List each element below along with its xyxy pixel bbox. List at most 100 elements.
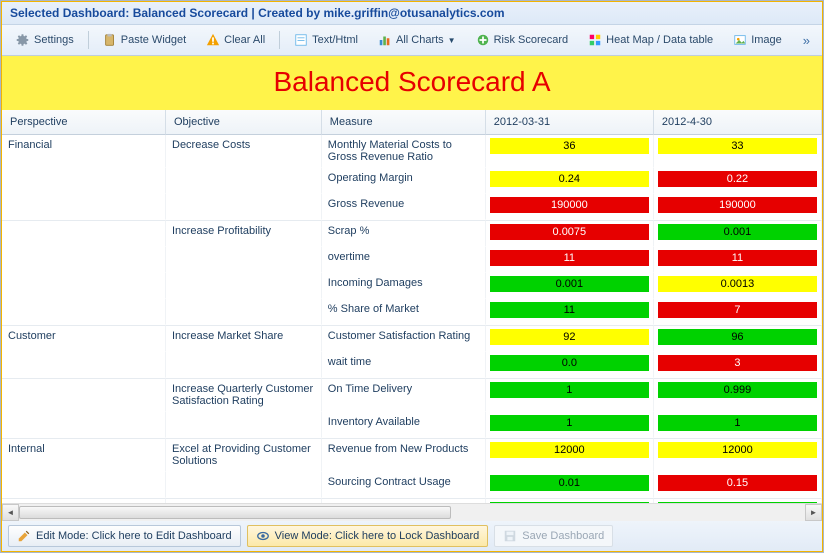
cell-perspective: [2, 273, 166, 299]
metric-pill: 0.0013: [658, 276, 817, 292]
cell-measure: Customer Satisfaction Rating: [322, 326, 486, 352]
cell-perspective: Internal: [2, 439, 166, 472]
cell-perspective: Customer: [2, 326, 166, 352]
metric-pill: 190000: [490, 197, 649, 213]
cell-value-1: 1: [486, 379, 654, 412]
cell-perspective: [2, 221, 166, 247]
cell-value-2: 3: [654, 352, 822, 378]
table-row[interactable]: FinancialDecrease CostsMonthly Material …: [2, 135, 822, 168]
scroll-thumb[interactable]: [19, 506, 451, 519]
clipboard-icon: [103, 33, 117, 47]
risk-scorecard-button[interactable]: Risk Scorecard: [468, 29, 577, 51]
col-date-2[interactable]: 2012-4-30: [654, 110, 822, 135]
cell-perspective: [2, 194, 166, 220]
cell-perspective: [2, 379, 166, 412]
heat-map-button[interactable]: Heat Map / Data table: [580, 29, 721, 51]
metric-pill: 0.01: [490, 475, 649, 491]
cell-value-2: 0.001: [654, 221, 822, 247]
cell-objective: [166, 352, 322, 378]
metric-pill: 7: [658, 302, 817, 318]
edit-mode-button[interactable]: Edit Mode: Click here to Edit Dashboard: [8, 525, 241, 547]
text-html-button[interactable]: Text/Html: [286, 29, 366, 51]
metric-pill: 0.15: [658, 475, 817, 491]
table-row[interactable]: overtime1111: [2, 247, 822, 273]
table-row[interactable]: Gross Revenue190000190000: [2, 194, 822, 220]
cell-objective: [166, 299, 322, 325]
image-icon: [733, 33, 747, 47]
cell-value-2: 0.999: [654, 379, 822, 412]
col-date-1[interactable]: 2012-03-31: [486, 110, 654, 135]
table-row[interactable]: Sourcing Contract Usage0.01 0.15: [2, 472, 822, 498]
cell-measure: Operating Margin: [322, 168, 486, 194]
table-row[interactable]: Operating Margin0.24 0.22: [2, 168, 822, 194]
table-row[interactable]: Increase ProfitabilityScrap %0.00750.001: [2, 221, 822, 247]
cell-objective: Excel at Providing Customer Solutions: [166, 439, 322, 472]
cell-measure: Sourcing Contract Usage: [322, 472, 486, 498]
metric-pill: 0.999: [658, 382, 817, 398]
cell-value-2: 33: [654, 135, 822, 168]
metric-pill: 12000: [490, 442, 649, 458]
cell-objective: [166, 273, 322, 299]
metric-pill: 33: [658, 138, 817, 154]
heat-map-label: Heat Map / Data table: [606, 34, 713, 46]
save-dashboard-label: Save Dashboard: [522, 530, 604, 542]
footer-bar: Edit Mode: Click here to Edit Dashboard …: [2, 520, 822, 551]
cell-objective: Increase Quarterly Customer Satisfaction…: [166, 379, 322, 412]
metric-pill: 11: [658, 250, 817, 266]
metric-pill: 0.22: [658, 171, 817, 187]
save-dashboard-button[interactable]: Save Dashboard: [494, 525, 613, 547]
cell-value-2: 11: [654, 247, 822, 273]
cell-value-2: 96: [654, 326, 822, 352]
metric-pill: 11: [490, 250, 649, 266]
toolbar: Settings Paste Widget Clear All Text/Htm…: [2, 25, 822, 56]
paste-widget-label: Paste Widget: [121, 34, 186, 46]
col-perspective[interactable]: Perspective: [2, 110, 166, 135]
metric-pill: 190000: [658, 197, 817, 213]
warning-icon: [206, 33, 220, 47]
metric-pill: 11: [490, 302, 649, 318]
cell-measure: % Share of Market: [322, 299, 486, 325]
metric-pill: 0.24: [490, 171, 649, 187]
all-charts-label: All Charts: [396, 34, 444, 46]
col-objective[interactable]: Objective: [166, 110, 322, 135]
save-icon: [503, 529, 517, 543]
cell-value-2: 0.15: [654, 472, 822, 498]
table-row[interactable]: InternalExcel at Providing Customer Solu…: [2, 439, 822, 472]
toolbar-overflow-button[interactable]: »: [797, 33, 816, 48]
view-mode-button[interactable]: View Mode: Click here to Lock Dashboard: [247, 525, 489, 547]
paste-widget-button[interactable]: Paste Widget: [95, 29, 194, 51]
image-button[interactable]: Image: [725, 29, 790, 51]
scroll-right-button[interactable]: ►: [805, 504, 822, 521]
table-row[interactable]: Incoming Damages0.0010.0013: [2, 273, 822, 299]
settings-button[interactable]: Settings: [8, 29, 82, 51]
cell-value-2: 7: [654, 299, 822, 325]
cell-value-1: 0.24: [486, 168, 654, 194]
settings-label: Settings: [34, 34, 74, 46]
table-row[interactable]: CustomerIncrease Market ShareCustomer Sa…: [2, 326, 822, 352]
cell-measure: Inventory Available: [322, 412, 486, 438]
table-row[interactable]: Inventory Available11: [2, 412, 822, 438]
table-row[interactable]: wait time0.03: [2, 352, 822, 378]
cell-value-2: 0.0013: [654, 273, 822, 299]
cell-value-1: 12000: [486, 439, 654, 472]
metric-pill: 1: [658, 415, 817, 431]
table-row[interactable]: Increase Quarterly Customer Satisfaction…: [2, 379, 822, 412]
table-row[interactable]: % Share of Market11 7: [2, 299, 822, 325]
metric-pill: 1: [490, 382, 649, 398]
cell-value-2: 12000: [654, 439, 822, 472]
clear-all-button[interactable]: Clear All: [198, 29, 273, 51]
cell-measure: overtime: [322, 247, 486, 273]
cell-objective: [166, 472, 322, 498]
clear-all-label: Clear All: [224, 34, 265, 46]
horizontal-scrollbar[interactable]: ◄ ►: [2, 503, 822, 520]
metric-pill: 1: [490, 415, 649, 431]
all-charts-button[interactable]: All Charts ▼: [370, 29, 464, 51]
scroll-left-button[interactable]: ◄: [2, 504, 19, 521]
cell-objective: [166, 412, 322, 438]
window-titlebar: Selected Dashboard: Balanced Scorecard |…: [2, 2, 822, 25]
cell-value-2: 190000: [654, 194, 822, 220]
metric-pill: 3: [658, 355, 817, 371]
metric-pill: 0.001: [658, 224, 817, 240]
cell-perspective: Financial: [2, 135, 166, 168]
col-measure[interactable]: Measure: [322, 110, 486, 135]
